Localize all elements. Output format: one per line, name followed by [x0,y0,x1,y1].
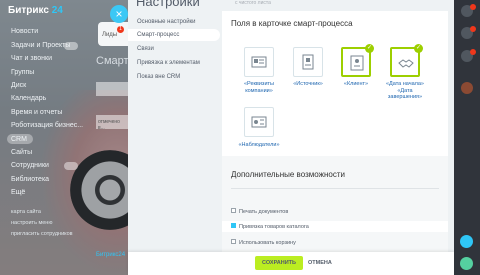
menu-link-invite[interactable]: пригласить сотрудников [11,231,73,237]
notification-badge [470,49,476,55]
background-footer: Битрикс24 [96,252,126,258]
nav-outside-crm[interactable]: Показ вне CRM [128,71,220,83]
notification-badge [470,26,476,32]
slider-footer: СОХРАНИТЬ ОТМЕНА [128,252,454,275]
fields-card: Поля в карточке смарт-процесса «Реквизит… [222,11,448,253]
save-button[interactable]: СОХРАНИТЬ [255,256,303,270]
client-icon [350,55,364,71]
tile-label-requisites: «Реквизиты компании» [243,81,274,94]
tile-dates[interactable]: ✓ [390,44,423,77]
source-icon [302,54,314,70]
option-label: Использовать корзину [239,240,296,246]
menu-item-chat[interactable]: Чат и звонки [11,55,52,62]
menu-counter [64,162,78,170]
menu-item-tasks[interactable]: Задачи и Проекты [11,42,70,49]
background-row: отмечено в... [96,115,128,131]
option-print-documents[interactable]: Печать документов [231,208,288,216]
card-title: Поля в карточке смарт-процесса [231,19,353,28]
notification-badge [470,4,476,10]
menu-link-sitemap[interactable]: карта сайта [11,209,41,215]
option-label: Привязка товаров каталога [239,224,309,230]
tile-label-dates: «Дата начала» «Дата завершения» [386,81,424,100]
tile-requisites[interactable] [244,47,274,77]
tile-label-observers: «Наблюдатели» [238,142,280,148]
check-icon: ✓ [365,44,374,53]
nav-smart-process[interactable]: Смарт-процесс [128,29,220,41]
background-tab-label: Лиды [102,32,118,38]
tile-source[interactable] [293,47,323,77]
slider-header: Настройки с чистого листа [128,0,454,9]
right-toolbar [454,0,480,275]
option-label: Печать документов [239,209,289,215]
checkbox-checked[interactable] [231,223,236,229]
phone-icon[interactable] [460,257,473,270]
portal-left-menu: Битрикс 24 Новости Задачи и Проекты Чат … [0,0,100,275]
slider-subtitle: с чистого листа [235,0,271,6]
observers-icon [251,116,267,128]
tile-client[interactable]: ✓ [341,44,374,77]
logo-text: Битрикс [8,5,49,16]
nav-main-settings[interactable]: Основные настройки [128,16,220,28]
slider-title: Настройки [136,0,200,9]
checkbox[interactable] [231,208,236,214]
menu-item-calendar[interactable]: Календарь [11,95,46,102]
menu-item-reports[interactable]: Время и отчеты [11,109,62,116]
nav-relations[interactable]: Связи [128,43,220,55]
background-tab-leads: Лиды [98,22,128,46]
menu-item-crm[interactable]: CRM [11,136,27,143]
menu-link-configure[interactable]: настроить меню [11,220,52,226]
cancel-button[interactable]: ОТМЕНА [308,256,332,270]
extra-features-section: Дополнительные возможности Печать докуме… [222,156,448,253]
menu-item-news[interactable]: Новости [11,28,38,35]
menu-item-employees[interactable]: Сотрудники [11,162,49,169]
background-row [96,82,128,96]
section-title: Дополнительные возможности [231,170,345,179]
support-icon[interactable] [460,235,473,248]
menu-item-groups[interactable]: Группы [11,69,34,76]
tile-label-client: «Клиент» [343,81,369,87]
requisites-icon [251,56,267,68]
checkbox[interactable] [231,239,236,245]
check-icon: ✓ [414,44,423,53]
close-icon[interactable]: × [110,5,128,23]
menu-item-sites[interactable]: Сайты [11,149,32,156]
option-use-cart[interactable]: Использовать корзину [231,239,296,247]
settings-slider: Настройки с чистого листа Основные настр… [128,0,454,275]
option-catalog-products[interactable]: Привязка товаров каталога [231,223,309,231]
menu-item-automation[interactable]: Роботизация бизнес... [11,122,83,129]
section-divider [231,188,439,189]
logo-number: 24 [51,5,63,16]
handshake-icon [398,59,414,68]
nav-element-binding[interactable]: Привязка к элементам [128,57,220,69]
menu-item-disk[interactable]: Диск [11,82,26,89]
avatar[interactable] [461,82,473,94]
menu-item-library[interactable]: Библиотека [11,176,49,183]
menu-item-more[interactable]: Ещё [11,189,25,196]
tile-label-source: «Источник» [293,81,323,87]
background-tab-badge: 1 [117,26,124,33]
tile-observers[interactable] [244,107,274,137]
portal-logo[interactable]: Битрикс 24 [8,5,63,16]
